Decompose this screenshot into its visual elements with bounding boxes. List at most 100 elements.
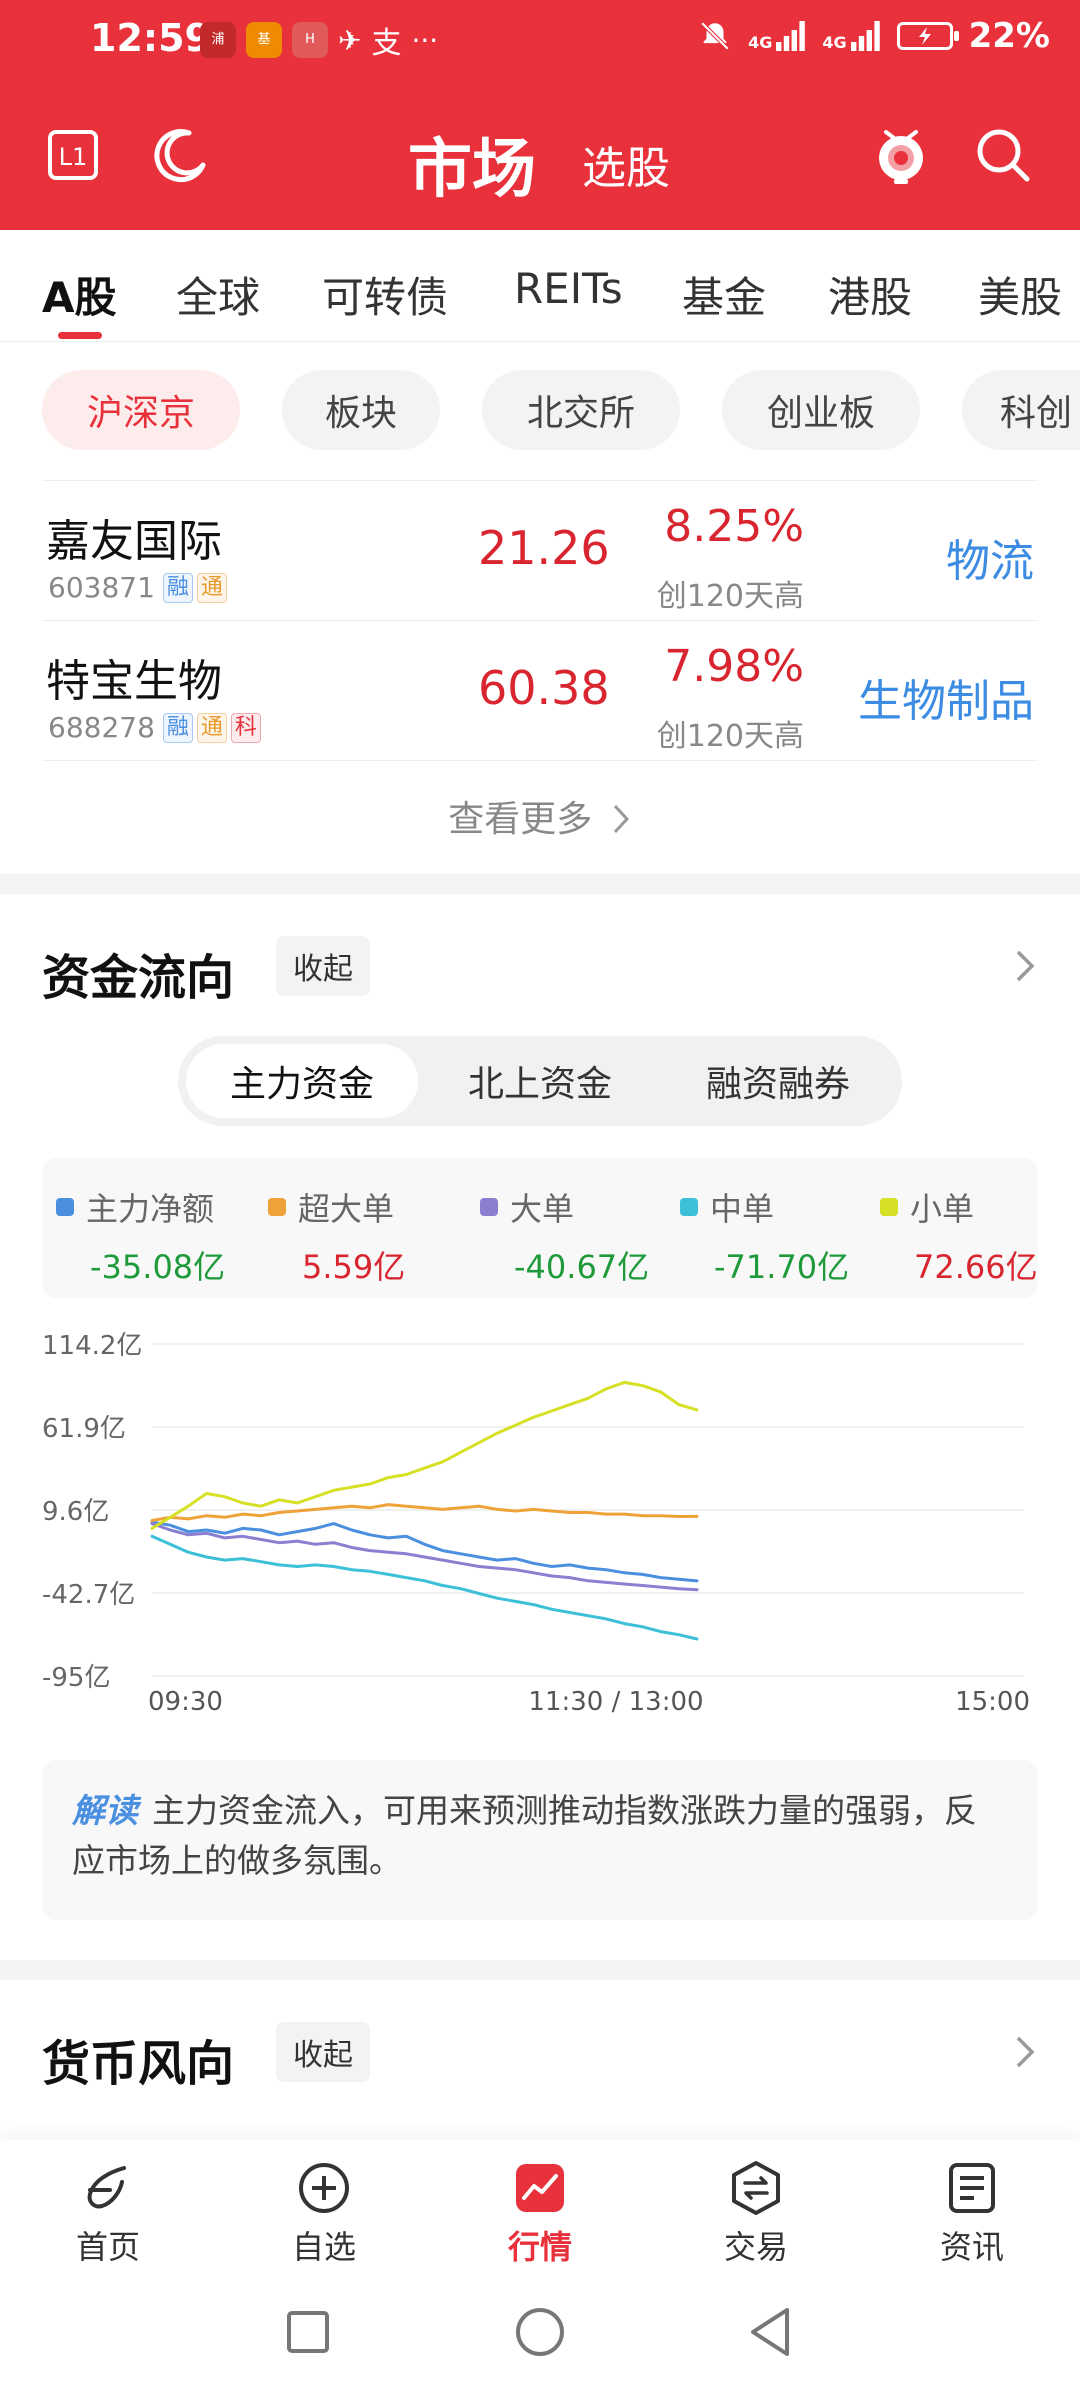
notification-app-icon-1: 浦 — [200, 22, 236, 58]
segment-margin-trading[interactable]: 融资融券 — [662, 1044, 894, 1118]
tab-hk-stocks[interactable]: 港股 — [828, 264, 912, 325]
x-tick-label: 15:00 — [955, 1687, 1030, 1717]
pill-bse[interactable]: 北交所 — [482, 370, 680, 450]
see-more-link[interactable]: 查看更多 — [0, 790, 1080, 842]
nav-news[interactable]: 资讯 — [902, 2160, 1042, 2268]
stock-note: 创120天高 — [656, 719, 804, 754]
tab-funds[interactable]: 基金 — [682, 264, 766, 325]
tab-us-stocks[interactable]: 美股 — [978, 264, 1062, 325]
legend-item: 中单 -71.70亿 — [680, 1184, 880, 1288]
legend-label: 大单 — [510, 1190, 575, 1228]
exchange-icon — [732, 2161, 780, 2215]
battery-percent: 22% — [968, 16, 1050, 56]
recents-button[interactable] — [278, 2302, 338, 2362]
y-tick-label: -42.7亿 — [42, 1580, 135, 1610]
legend-swatch — [880, 1198, 898, 1216]
fund-flow-explanation: 解读 主力资金流入，可用来预测推动指数涨跌力量的强弱，反应市场上的做多氛围。 — [42, 1760, 1038, 1920]
square-icon — [287, 2311, 329, 2353]
pill-sectors[interactable]: 板块 — [282, 370, 440, 450]
series-line — [150, 1503, 699, 1522]
x-tick-label: 09:30 — [148, 1687, 223, 1717]
system-navigation-bar — [0, 2270, 1080, 2400]
fund-flow-legend: 主力净额 -35.08亿 超大单 5.59亿 大单 -40.67亿 中单 -71… — [42, 1158, 1038, 1298]
send-icon: ✈ — [338, 23, 362, 57]
segment-main-funds[interactable]: 主力资金 — [186, 1044, 418, 1118]
nav-label: 交易 — [723, 2228, 788, 2266]
nav-label: 首页 — [75, 2228, 140, 2266]
y-tick-label: -95亿 — [42, 1663, 110, 1693]
stock-sector-link[interactable]: 生物制品 — [858, 665, 1034, 729]
tab-a-shares[interactable]: A股 — [42, 264, 117, 325]
segment-northbound-funds[interactable]: 北上资金 — [424, 1044, 656, 1118]
stock-row[interactable]: 特宝生物 688278 融 通 科 60.38 7.98% 创120天高 生物制… — [42, 620, 1038, 760]
nav-trade[interactable]: 交易 — [686, 2160, 826, 2268]
back-button[interactable] — [740, 2302, 800, 2362]
fund-flow-line-chart[interactable]: 114.2亿 61.9亿 9.6亿 -42.7亿 -95亿 09:30 11:30 / 13… — [0, 1320, 1080, 1720]
pill-shanghai-shenzhen-beijing[interactable]: 沪深京 — [42, 370, 240, 450]
signal-bars-icon — [850, 21, 880, 51]
section-title-fund-flow: 资金流向 — [42, 950, 235, 1006]
legend-item: 超大单 5.59亿 — [268, 1184, 468, 1288]
tab-convertible-bonds[interactable]: 可转债 — [322, 264, 448, 325]
nav-label: 行情 — [507, 2228, 572, 2266]
stock-picker-tab[interactable]: 选股 — [582, 132, 670, 196]
battery-icon — [896, 22, 959, 50]
level1-toggle-button[interactable]: L1 — [40, 122, 106, 188]
active-tab-indicator — [58, 332, 102, 339]
home-button[interactable] — [510, 2302, 570, 2362]
legend-label: 小单 — [910, 1190, 975, 1228]
legend-swatch — [680, 1198, 698, 1216]
triangle-back-icon — [751, 2308, 789, 2356]
stock-code: 603871 — [48, 571, 155, 604]
market-chart-icon — [516, 2164, 564, 2212]
signal-label-2: 4G — [822, 33, 847, 52]
news-icon — [949, 2163, 995, 2213]
nav-market[interactable]: 行情 — [470, 2160, 610, 2268]
page-title[interactable]: 市场 — [408, 118, 536, 210]
y-tick-label: 9.6亿 — [42, 1497, 109, 1527]
stock-code-line: 603871 融 通 — [48, 571, 227, 604]
legend-label: 中单 — [710, 1190, 775, 1228]
currency-more-chevron-icon[interactable] — [1010, 2032, 1040, 2072]
assistant-button[interactable] — [866, 120, 936, 190]
night-mode-button[interactable] — [148, 122, 214, 188]
title-bar: L1 市场 选股 — [0, 80, 1080, 230]
tab-reits[interactable]: REITs — [514, 264, 623, 313]
search-button[interactable] — [970, 122, 1036, 188]
stock-row[interactable]: 嘉友国际 603871 融 通 21.26 8.25% 创120天高 物流 — [42, 480, 1038, 620]
legend-item: 主力净额 -35.08亿 — [56, 1184, 256, 1288]
circle-icon — [516, 2308, 564, 2356]
mascot-icon — [879, 130, 923, 184]
legend-value: -40.67亿 — [514, 1248, 650, 1286]
fund-flow-more-chevron-icon[interactable] — [1010, 946, 1040, 986]
currency-collapse-button[interactable]: 收起 — [276, 2022, 370, 2082]
pill-chinext[interactable]: 创业板 — [722, 370, 920, 450]
fund-flow-collapse-button[interactable]: 收起 — [276, 936, 370, 996]
star-market-tag: 科 — [230, 712, 261, 743]
pill-star-market[interactable]: 科创 — [962, 370, 1080, 450]
tab-global[interactable]: 全球 — [176, 264, 260, 325]
stock-price: 21.26 — [478, 521, 610, 575]
status-time: 12:59 — [90, 16, 211, 60]
explain-tag: 解读 — [72, 1791, 138, 1830]
legend-value: 5.59亿 — [302, 1248, 406, 1286]
notification-app-icon-3: H — [292, 22, 328, 58]
mute-bell-icon — [700, 21, 730, 51]
more-dots-icon: ··· — [411, 23, 439, 57]
stock-note: 创120天高 — [656, 579, 804, 614]
margin-tag: 融 — [162, 572, 193, 603]
stock-code: 688278 — [48, 711, 155, 744]
stock-sector-link[interactable]: 物流 — [946, 525, 1034, 589]
legend-swatch — [268, 1198, 286, 1216]
legend-value: -35.08亿 — [90, 1248, 226, 1286]
legend-label: 主力净额 — [86, 1190, 215, 1228]
legend-value: -71.70亿 — [714, 1248, 850, 1286]
l1-icon: L1 — [48, 130, 98, 180]
legend-label: 超大单 — [298, 1190, 395, 1228]
nav-home[interactable]: 首页 — [38, 2160, 178, 2268]
nav-label: 资讯 — [939, 2228, 1004, 2266]
bottom-navigation: 首页 自选 行情 交易 资讯 — [0, 2140, 1080, 2270]
explain-text: 主力资金流入，可用来预测推动指数涨跌力量的强弱，反应市场上的做多氛围。 — [72, 1791, 977, 1880]
nav-watchlist[interactable]: 自选 — [254, 2160, 394, 2268]
series-line — [150, 1534, 699, 1641]
